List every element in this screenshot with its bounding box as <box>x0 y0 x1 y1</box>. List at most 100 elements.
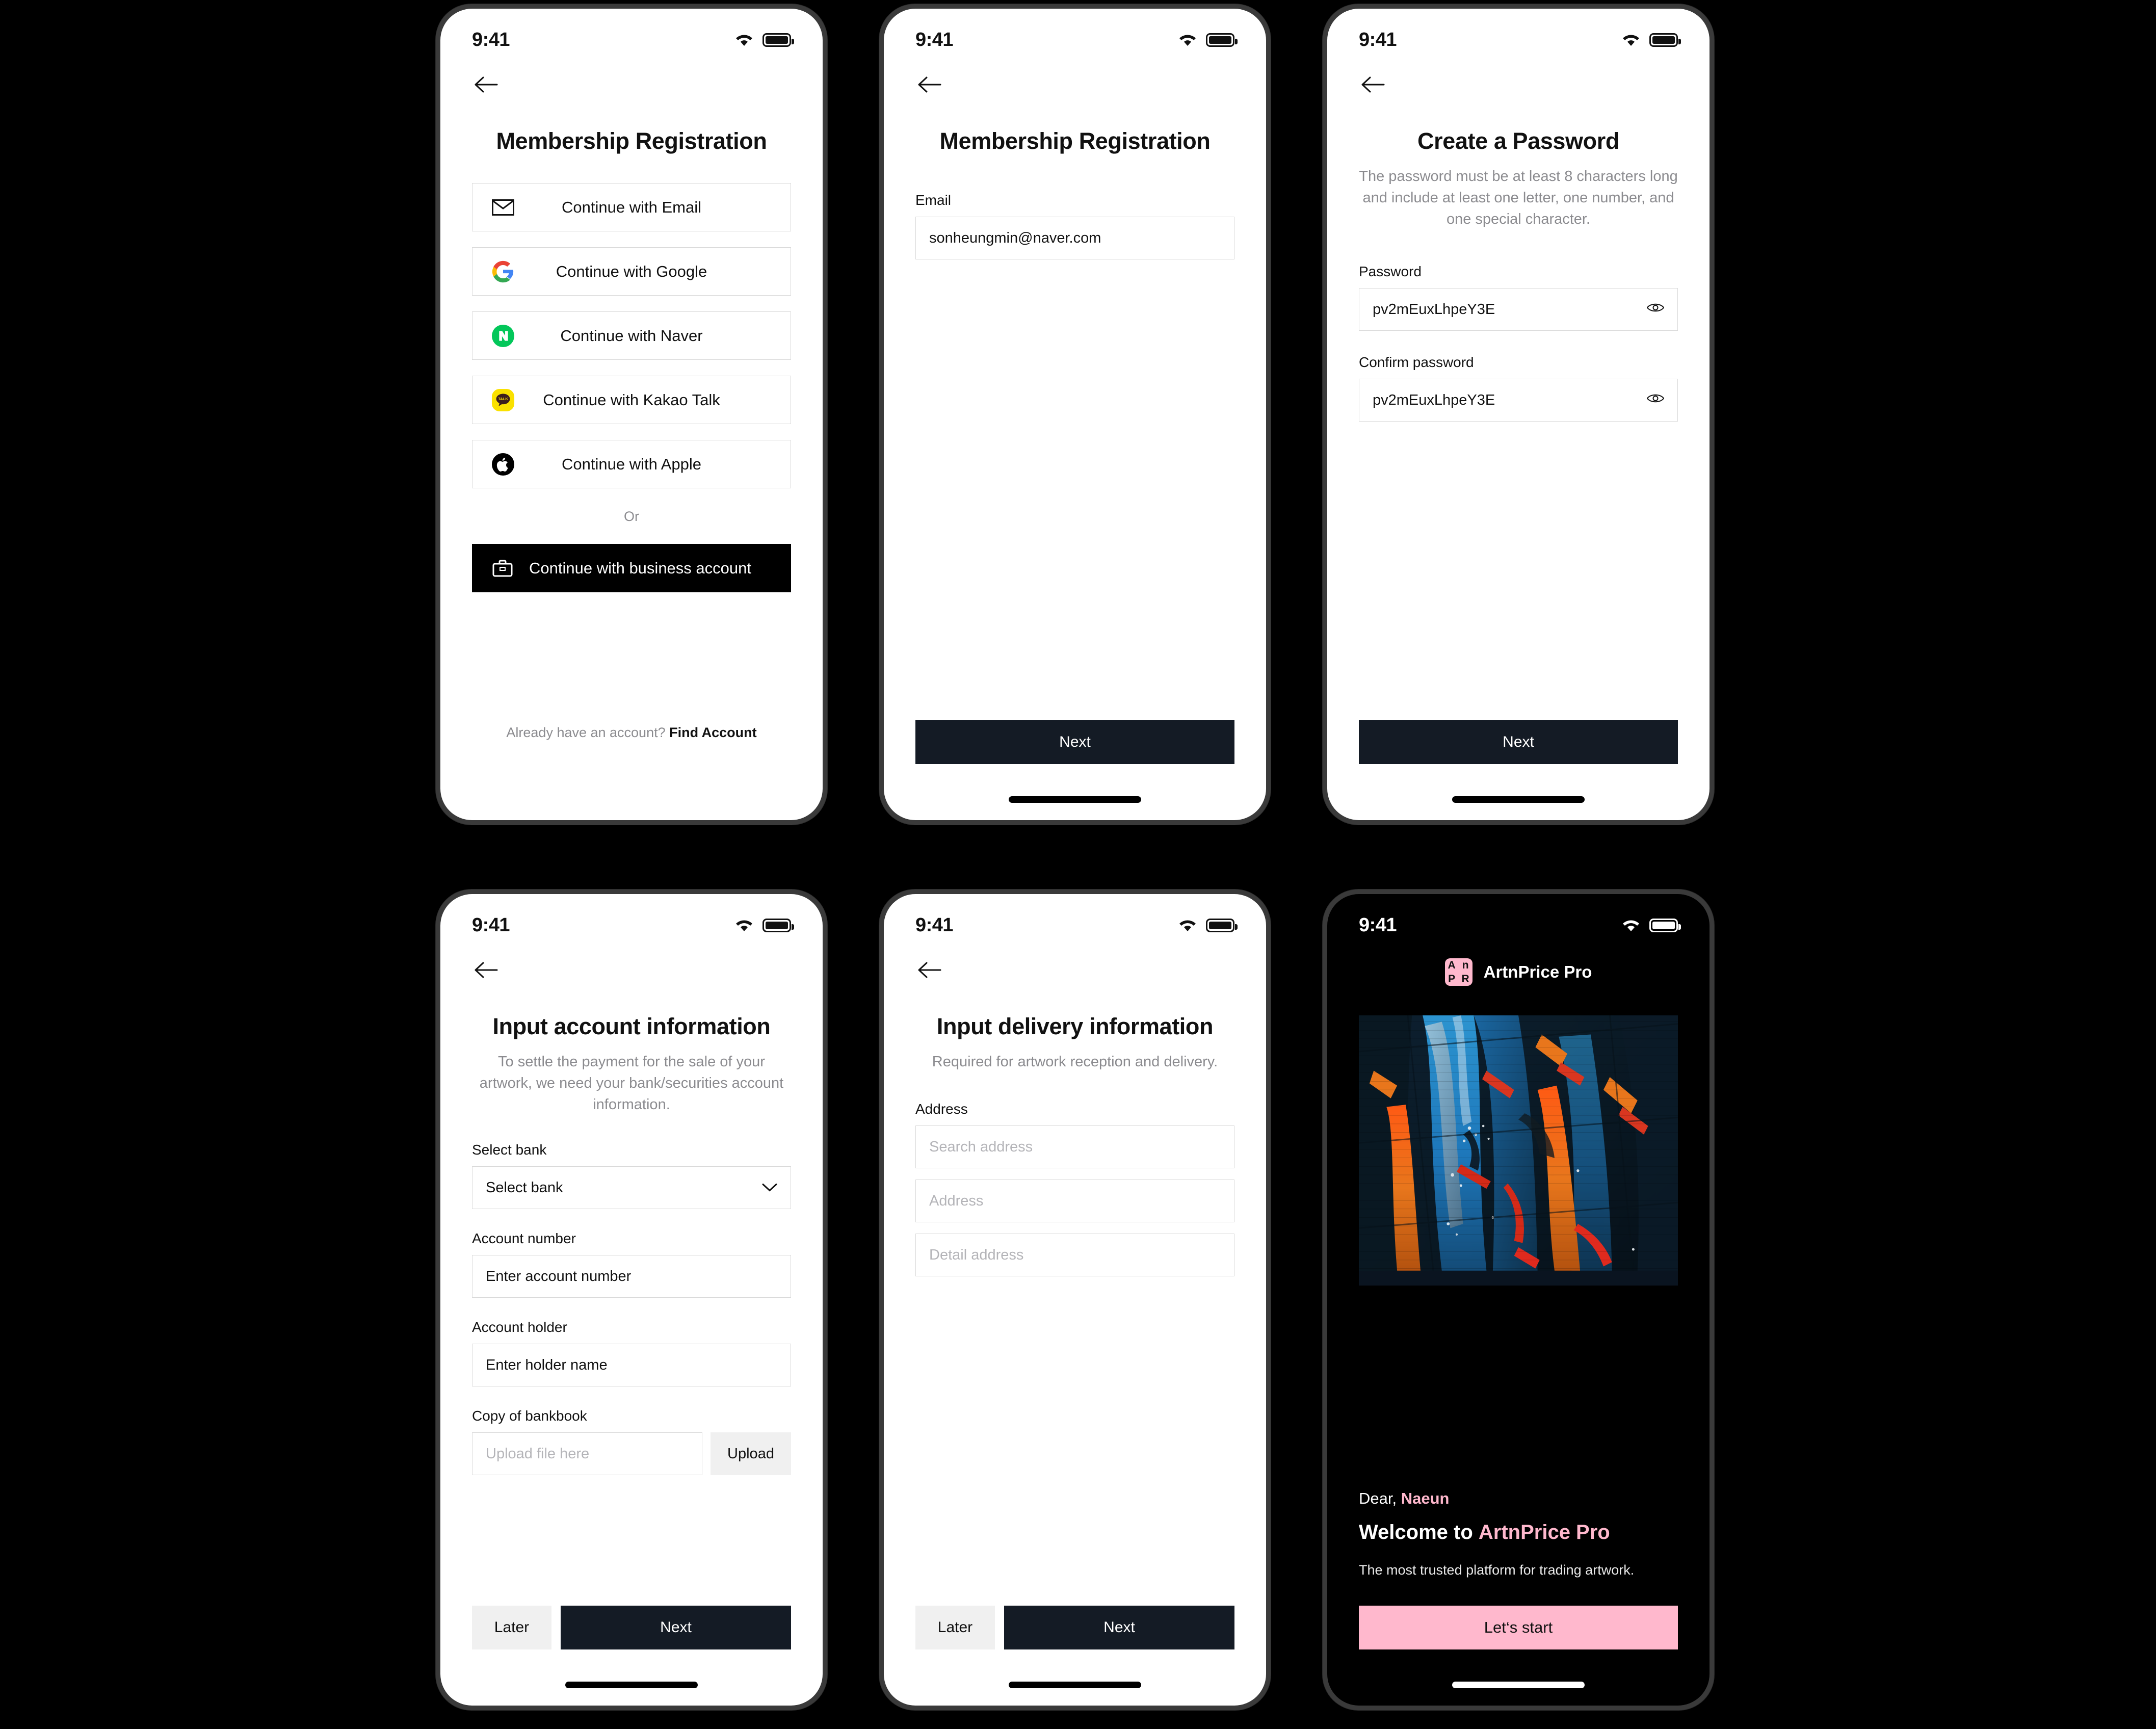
eye-icon[interactable] <box>1646 301 1665 318</box>
logo-letter-3: P <box>1448 973 1456 985</box>
field-gap <box>1359 331 1678 354</box>
account-number-input[interactable]: Enter account number <box>472 1255 791 1298</box>
next-button[interactable]: Next <box>1004 1606 1234 1649</box>
confirm-password-input[interactable]: pv2mEuxLhpeY3E <box>1359 379 1678 422</box>
google-icon <box>490 258 516 285</box>
screen-body: Membership Registration Email sonheungmi… <box>884 58 1266 764</box>
later-button[interactable]: Later <box>472 1606 551 1649</box>
battery-icon <box>1649 33 1681 47</box>
email-input[interactable]: sonheungmin@naver.com <box>915 217 1234 259</box>
account-holder-label: Account holder <box>472 1319 567 1335</box>
next-button[interactable]: Next <box>1359 720 1678 764</box>
lets-start-button[interactable]: Let‘s start <box>1359 1606 1678 1649</box>
status-indicators <box>734 33 794 47</box>
confirm-password-field-group: Confirm password pv2mEuxLhpeY3E <box>1359 354 1678 422</box>
continue-with-google-button[interactable]: Continue with Google <box>472 247 791 296</box>
home-indicator <box>1452 1682 1585 1688</box>
password-input[interactable]: pv2mEuxLhpeY3E <box>1359 288 1678 331</box>
search-address-input[interactable]: Search address <box>915 1125 1234 1169</box>
upload-row: Upload file here Upload <box>472 1432 791 1476</box>
business-label: Continue with business account <box>529 559 751 577</box>
find-account-link[interactable]: Find Account <box>669 725 756 740</box>
screen-body: A n P R ArtnPrice Pro Dear, Naeun Welcom… <box>1327 943 1710 1649</box>
screen-body: Input delivery information Required for … <box>884 943 1266 1649</box>
phone-membership-registration: 9:41 Membership Registration Continue wi… <box>436 4 827 825</box>
page-subtitle: Required for artwork reception and deliv… <box>932 1054 1218 1070</box>
social-label: Continue with Naver <box>560 326 703 345</box>
footer-button-row: Later Next <box>915 1606 1234 1649</box>
detail-address-input[interactable]: Detail address <box>915 1234 1234 1277</box>
footer-button-row: Later Next <box>472 1606 791 1649</box>
status-bar: 9:41 <box>440 894 823 943</box>
brand-header: A n P R ArtnPrice Pro <box>1359 958 1678 986</box>
phone-account-information: 9:41 Input account information To settle… <box>436 889 827 1710</box>
upload-button[interactable]: Upload <box>711 1432 791 1476</box>
address-form: Address Search address Address Detail ad… <box>915 1101 1234 1288</box>
status-bar: 9:41 <box>1327 894 1710 943</box>
social-label: Continue with Google <box>556 262 707 280</box>
back-arrow-icon[interactable] <box>472 955 502 985</box>
bottom-area <box>1327 764 1710 820</box>
address-input[interactable]: Address <box>915 1180 1234 1223</box>
back-arrow-icon[interactable] <box>915 70 945 99</box>
status-indicators <box>1177 33 1238 47</box>
later-button[interactable]: Later <box>915 1606 995 1649</box>
account-holder-input[interactable]: Enter holder name <box>472 1344 791 1387</box>
logo-letter-1: A <box>1448 959 1456 971</box>
continue-with-business-account-button[interactable]: Continue with business account <box>472 544 791 592</box>
phone-email-entry: 9:41 Membership Registration Email sonhe… <box>879 4 1271 825</box>
home-indicator <box>1452 796 1585 803</box>
flex-spacer <box>1359 422 1678 720</box>
brand-name: ArtnPrice Pro <box>1483 962 1592 981</box>
back-arrow-icon[interactable] <box>915 955 945 985</box>
eye-icon[interactable] <box>1646 392 1665 409</box>
page-title: Input delivery information <box>936 1013 1214 1039</box>
page-title: Input account information <box>492 1013 771 1039</box>
greeting-line: Dear, Naeun <box>1359 1489 1678 1508</box>
status-bar: 9:41 <box>1327 9 1710 58</box>
address-label: Address <box>915 1101 968 1117</box>
phone-create-password: 9:41 Create a Password The password must… <box>1323 4 1714 825</box>
password-field-group: Password pv2mEuxLhpeY3E <box>1359 264 1678 331</box>
screen-welcome: 9:41 A n P R ArtnPrice Pro Dear, Naeun W… <box>1327 894 1710 1706</box>
social-label: Continue with Email <box>562 198 701 216</box>
status-time: 9:41 <box>472 29 510 50</box>
battery-icon <box>1206 33 1238 47</box>
select-bank-value: Select bank <box>486 1179 563 1196</box>
next-button[interactable]: Next <box>561 1606 791 1649</box>
continue-with-email-button[interactable]: Continue with Email <box>472 183 791 231</box>
tagline: The most trusted platform for trading ar… <box>1359 1562 1635 1578</box>
logo-letter-4: R <box>1461 973 1469 985</box>
select-bank-group: Select bank Select bank <box>472 1142 791 1210</box>
or-divider-label: Or <box>624 509 639 524</box>
back-arrow-icon[interactable] <box>1359 70 1388 99</box>
continue-with-apple-button[interactable]: Continue with Apple <box>472 440 791 488</box>
nav-bar <box>915 58 1234 104</box>
status-indicators <box>1177 918 1238 932</box>
bankbook-file-input[interactable]: Upload file here <box>472 1432 702 1476</box>
status-indicators <box>1621 33 1681 47</box>
next-button[interactable]: Next <box>915 720 1234 764</box>
bottom-area <box>1327 1649 1710 1706</box>
screen-account-information: 9:41 Input account information To settle… <box>440 894 823 1706</box>
continue-with-kakao-talk-button[interactable]: TALK Continue with Kakao Talk <box>472 376 791 424</box>
flex-spacer <box>472 1475 791 1606</box>
back-arrow-icon[interactable] <box>472 70 502 99</box>
email-label: Email <box>915 192 952 208</box>
wifi-icon <box>1621 918 1641 932</box>
bottom-area <box>440 1649 823 1706</box>
home-indicator <box>1009 796 1141 803</box>
select-bank-dropdown[interactable]: Select bank <box>472 1166 791 1210</box>
naver-icon <box>490 323 516 349</box>
artwork-image <box>1359 1015 1678 1286</box>
status-indicators <box>734 918 794 932</box>
status-time: 9:41 <box>1359 914 1397 936</box>
account-form: Select bank Select bank Account number E… <box>472 1142 791 1476</box>
screen-body: Input account information To settle the … <box>440 943 823 1649</box>
home-indicator <box>565 1682 698 1688</box>
screen-body: Create a Password The password must be a… <box>1327 58 1710 764</box>
status-bar: 9:41 <box>884 894 1266 943</box>
continue-with-naver-button[interactable]: Continue with Naver <box>472 311 791 360</box>
status-time: 9:41 <box>915 29 954 50</box>
status-indicators <box>1621 918 1681 932</box>
